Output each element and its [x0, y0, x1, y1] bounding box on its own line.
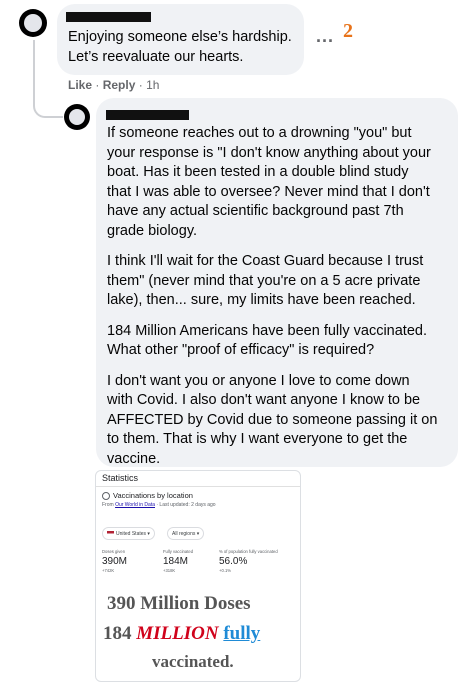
- timestamp[interactable]: 1h: [146, 78, 159, 92]
- stat-change: +0.1%: [219, 568, 231, 573]
- comment-text: Enjoying someone else’s hardship. Let’s …: [68, 28, 292, 67]
- comment-line-1: Enjoying someone else’s hardship.: [68, 29, 292, 45]
- annotation-number: 2: [343, 20, 353, 42]
- stat-label: Doses given: [102, 549, 126, 554]
- reply-paragraph-3: 184 Million Americans have been fully va…: [107, 322, 452, 361]
- stat-value: 56.0%: [219, 556, 248, 567]
- caption-doses: 390 Million Doses: [107, 593, 251, 614]
- replier-avatar[interactable]: [64, 104, 90, 130]
- reply-line: your response is "I don't know anything …: [107, 144, 431, 161]
- stat-label: Fully vaccinated: [163, 549, 194, 554]
- reply-paragraph-1: If someone reaches out to a drowning "yo…: [107, 124, 452, 241]
- comment-line-2: Let’s reevaluate our hearts.: [68, 48, 244, 65]
- source-updated: · Last updated: 2 days ago: [156, 502, 216, 508]
- stat-change: +742K: [102, 568, 115, 573]
- redacted-commenter-name: [66, 12, 151, 22]
- caption-vaccinated: vaccinated.: [152, 652, 234, 671]
- caption-fully-vaccinated: 184 MILLION fully: [103, 623, 260, 645]
- reply-line: grade biology.: [107, 222, 198, 239]
- source-link: Our World in Data: [115, 502, 155, 508]
- commenter-avatar[interactable]: [19, 9, 47, 37]
- separator: ·: [95, 78, 100, 92]
- reply-line: them" (never mind that you're on a 5 acr…: [107, 272, 421, 289]
- country-select-label: United States ▾: [116, 531, 150, 537]
- thread-connector: [33, 40, 63, 118]
- stat-value: 184M: [163, 556, 189, 567]
- caption-184: 184: [103, 623, 132, 644]
- region-select-label: All regions ▾: [172, 531, 200, 537]
- reply-button[interactable]: Reply: [103, 78, 136, 92]
- more-options-icon[interactable]: ...: [316, 26, 334, 47]
- stat-doses: Doses given 390M +742K: [102, 549, 127, 573]
- stat-change: +318K: [163, 568, 176, 573]
- reply-line: boat. Has it been tested in a double bli…: [107, 164, 409, 180]
- reply-paragraph-4: I don't want you or anyone I love to com…: [107, 372, 452, 470]
- redacted-replier-name: [106, 110, 189, 120]
- reply-line: that I was able to oversee? Never mind t…: [107, 183, 430, 200]
- card-divider: [96, 486, 300, 487]
- like-button[interactable]: Like: [68, 78, 92, 92]
- reply-line: I think I'll wait for the Coast Guard be…: [107, 253, 424, 269]
- caption-fully: fully: [223, 623, 261, 644]
- reply-line: AFFECTED by Covid due to someone passing…: [107, 411, 438, 428]
- vaccinations-heading: Vaccinations by location: [102, 491, 193, 501]
- statistics-label: Statistics: [102, 473, 139, 483]
- source-line: From Our World in Data · Last updated: 2…: [102, 502, 216, 508]
- stat-value: 390M: [102, 556, 128, 567]
- comment-actions: Like · Reply · 1h: [68, 78, 159, 92]
- reply-line: have any actual scientific background pa…: [107, 203, 404, 219]
- attached-image[interactable]: Statistics Vaccinations by location From…: [95, 470, 301, 682]
- country-select: United States ▾: [102, 527, 155, 540]
- reply-line: 184 Million Americans have been fully va…: [107, 322, 427, 339]
- source-prefix: From: [102, 502, 114, 508]
- separator: ·: [138, 78, 143, 92]
- reply-line: lake), then... sure, my limits have been…: [107, 292, 416, 308]
- reply-paragraph-2: I think I'll wait for the Coast Guard be…: [107, 252, 452, 311]
- globe-icon: [102, 492, 110, 501]
- reply-line: vaccine.: [107, 450, 161, 467]
- us-flag-icon: [107, 531, 114, 537]
- region-select: All regions ▾: [167, 527, 205, 540]
- reply-text: If someone reaches out to a drowning "yo…: [107, 124, 452, 480]
- stat-fully-vaccinated: Fully vaccinated 184M +318K: [163, 549, 193, 573]
- vaccinations-heading-text: Vaccinations by location: [113, 491, 193, 500]
- stat-percent: % of population fully vaccinated 56.0% +…: [219, 549, 278, 573]
- reply-line: with Covid. I also don't want anyone I k…: [107, 392, 421, 408]
- stat-label: % of population fully vaccinated: [219, 549, 278, 554]
- reply-line: If someone reaches out to a drowning "yo…: [107, 125, 412, 141]
- caption-million: MILLION: [136, 623, 219, 644]
- reply-line: to them. That is why I want everyone to …: [107, 431, 408, 447]
- reply-line: I don't want you or anyone I love to com…: [107, 372, 410, 389]
- reply-line: What other "proof of efficacy" is requir…: [107, 342, 375, 358]
